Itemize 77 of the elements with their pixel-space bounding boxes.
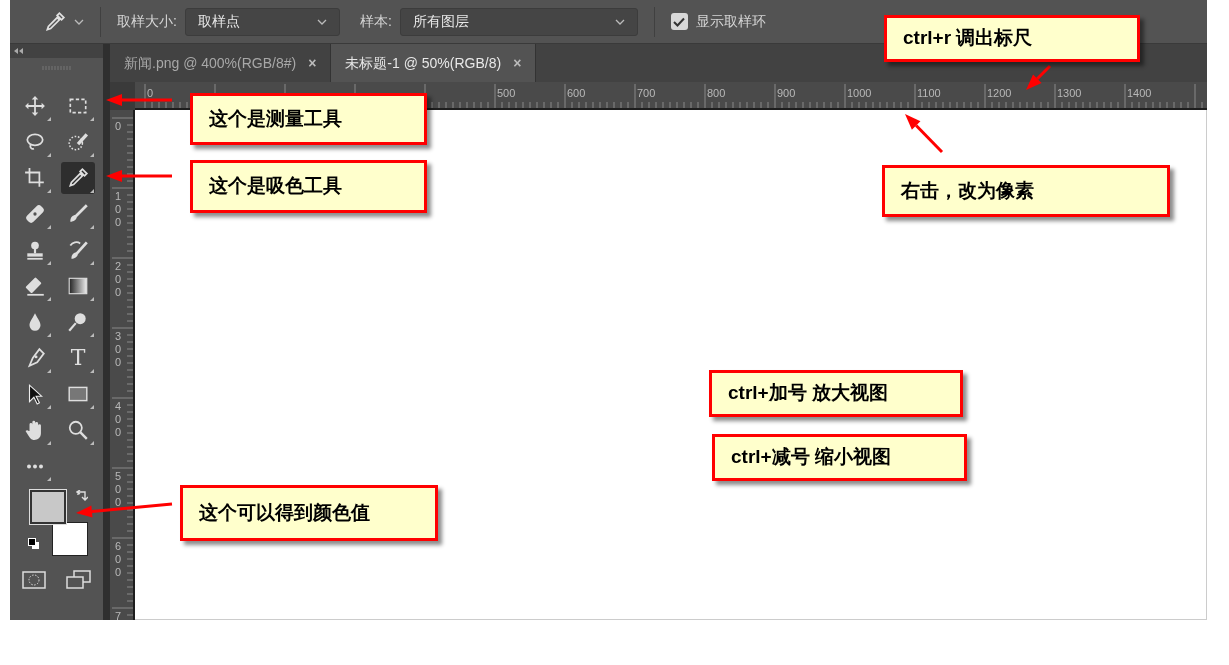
sample-size-label: 取样大小: <box>117 12 177 31</box>
ruler-label: 1300 <box>1057 88 1082 99</box>
ruler-label: 700 <box>637 88 656 99</box>
pointer-arrow <box>1026 64 1052 90</box>
flyout-triangle-icon <box>90 297 94 301</box>
lasso-icon <box>24 131 46 153</box>
swap-colors-icon[interactable] <box>75 490 88 502</box>
ruler-label: 1400 <box>1127 88 1152 99</box>
close-button[interactable]: × <box>513 52 522 74</box>
flyout-triangle-icon <box>47 333 51 337</box>
pointer-arrow <box>106 170 172 182</box>
document-tab[interactable]: 未标题-1 @ 50%(RGB/8) × <box>331 44 537 82</box>
close-button[interactable]: × <box>308 52 317 74</box>
foreground-color-swatch[interactable] <box>29 490 66 524</box>
flyout-triangle-icon <box>47 297 51 301</box>
flyout-triangle-icon <box>90 261 94 265</box>
quick-select-icon <box>67 131 89 153</box>
flyout-triangle-icon <box>47 153 51 157</box>
annotation-callout: 这个可以得到颜色值 <box>180 485 438 541</box>
collapse-icon[interactable] <box>14 48 23 54</box>
background-color-swatch[interactable] <box>51 522 88 556</box>
show-ring-label: 显示取样环 <box>695 12 766 31</box>
pointer-arrow <box>905 114 944 154</box>
checkbox[interactable] <box>670 13 688 30</box>
caret-icon[interactable] <box>614 17 625 26</box>
ruler-label: 1100 <box>917 88 941 99</box>
annotation-callout: ctrl+r 调出标尺 <box>884 15 1140 62</box>
magnifier-icon <box>67 419 89 441</box>
ruler-label: 800 <box>707 88 726 99</box>
flyout-triangle-icon <box>47 225 51 229</box>
flyout-triangle-icon <box>47 369 51 373</box>
flyout-triangle-icon <box>90 369 94 373</box>
annotation-callout: 这个是测量工具 <box>190 93 427 145</box>
flyout-triangle-icon <box>90 189 94 193</box>
more-icon <box>25 463 45 469</box>
annotation-callout: ctrl+加号 放大视图 <box>709 370 963 417</box>
dodge-icon <box>67 311 89 333</box>
flyout-triangle-icon <box>47 189 51 193</box>
sample-dropdown[interactable]: 所有图层 <box>399 7 638 36</box>
eyedropper-icon <box>67 167 89 189</box>
ruler-label: 1000 <box>847 88 872 99</box>
default-colors-icon[interactable] <box>27 538 40 550</box>
flyout-triangle-icon <box>90 117 94 121</box>
flyout-triangle-icon <box>47 477 51 481</box>
flyout-triangle-icon <box>90 441 94 445</box>
crop-icon <box>24 167 46 189</box>
flyout-triangle-icon <box>47 441 51 445</box>
eraser-icon <box>24 275 46 297</box>
annotation-callout: ctrl+减号 缩小视图 <box>712 434 967 481</box>
stamp-icon <box>24 239 46 261</box>
ruler-label: 1200 <box>987 88 1012 99</box>
tool-button[interactable] <box>61 162 95 194</box>
ruler-label: 900 <box>777 88 796 99</box>
sample-label: 样本: <box>359 12 392 31</box>
move-icon <box>24 95 46 117</box>
screen-mode-icon[interactable] <box>65 570 92 590</box>
flyout-triangle-icon <box>90 225 94 229</box>
flyout-triangle-icon <box>90 153 94 157</box>
ruler-label: 500 <box>497 88 516 99</box>
tool-button[interactable]: T <box>61 342 95 374</box>
flyout-triangle-icon <box>47 261 51 265</box>
brush-icon <box>67 203 89 225</box>
caret-icon[interactable] <box>74 17 84 26</box>
flyout-triangle-icon <box>47 405 51 409</box>
flyout-triangle-icon <box>47 117 51 121</box>
ruler-label: 0 <box>147 88 154 99</box>
ruler-label: 600 <box>567 88 586 99</box>
sample-size-dropdown[interactable]: 取样点 <box>184 7 340 36</box>
quick-mask-icon[interactable] <box>21 570 46 590</box>
annotation-callout: 右击，改为像素 <box>882 165 1170 217</box>
caret-icon[interactable] <box>316 17 327 26</box>
annotation-callout: 这个是吸色工具 <box>190 160 427 213</box>
eyedropper-icon[interactable] <box>44 10 66 33</box>
gradient-icon <box>67 275 89 297</box>
flyout-triangle-icon <box>90 333 94 337</box>
history-brush-icon <box>67 239 89 261</box>
flyout-triangle-icon <box>90 405 94 409</box>
